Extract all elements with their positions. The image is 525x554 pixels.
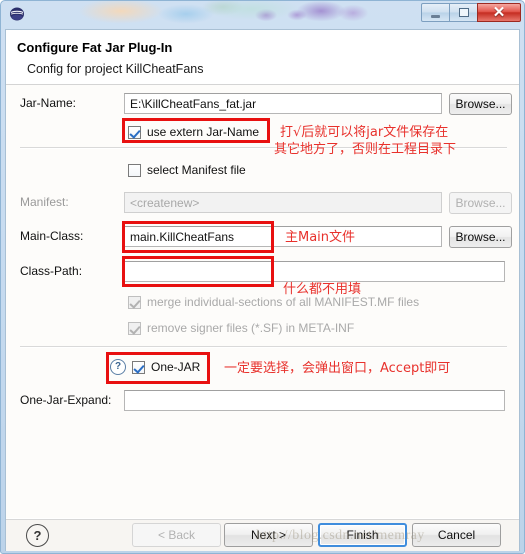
annotation-main-class: 主Main文件 <box>285 230 356 245</box>
annotation-jar-name-line2: 其它地方了，否则在工程目录下 <box>274 142 457 157</box>
use-extern-jar-name-checkbox[interactable] <box>128 125 141 139</box>
manifest-row: Manifest: <createnew> Browse... <box>6 192 519 214</box>
help-button[interactable]: ? <box>26 524 49 547</box>
main-class-label: Main-Class: <box>20 229 84 243</box>
one-jar-label: One-JAR <box>151 360 201 374</box>
select-manifest-file-checkbox-row[interactable]: select Manifest file <box>128 161 246 179</box>
class-path-row: Class-Path: <box>6 261 519 283</box>
one-jar-expand-row: One-Jar-Expand: <box>6 390 519 412</box>
jar-name-browse-button[interactable]: Browse... <box>449 93 512 115</box>
remove-signer-files-checkbox <box>128 321 141 335</box>
merge-sections-checkbox <box>128 295 141 309</box>
dialog-footer: ? < Back Next > Finish Cancel <box>6 519 519 551</box>
jar-name-row: Jar-Name: E:\KillCheatFans_fat.jar Brows… <box>6 93 519 115</box>
next-button[interactable]: Next > <box>224 523 313 547</box>
one-jar-checkbox[interactable] <box>132 360 145 374</box>
page-subtitle: Config for project KillCheatFans <box>27 62 204 76</box>
title-bar[interactable]: ✕ <box>1 1 524 27</box>
one-jar-expand-input[interactable] <box>124 390 505 411</box>
main-class-row: Main-Class: main.KillCheatFans Browse... <box>6 226 519 248</box>
use-extern-jar-name-label: use extern Jar-Name <box>147 125 260 139</box>
maximize-icon <box>458 8 469 17</box>
remove-signer-files-checkbox-row: remove signer files (*.SF) in META-INF <box>128 319 354 337</box>
remove-signer-files-label: remove signer files (*.SF) in META-INF <box>147 321 355 335</box>
dialog-client-area: Configure Fat Jar Plug-In Config for pro… <box>5 29 520 551</box>
finish-button[interactable]: Finish <box>318 523 407 547</box>
maximize-button[interactable] <box>449 3 478 22</box>
one-jar-expand-label: One-Jar-Expand: <box>20 393 112 407</box>
use-extern-jar-name-checkbox-row[interactable]: use extern Jar-Name <box>128 123 259 141</box>
jar-name-input[interactable]: E:\KillCheatFans_fat.jar <box>124 93 442 114</box>
close-button[interactable]: ✕ <box>477 3 521 22</box>
dialog-window: ✕ Configure Fat Jar Plug-In Config for p… <box>0 0 525 554</box>
dialog-body: Jar-Name: E:\KillCheatFans_fat.jar Brows… <box>6 85 519 518</box>
annotation-one-jar: 一定要选择，会弹出窗口，Accept即可 <box>224 361 451 376</box>
close-icon: ✕ <box>492 4 506 21</box>
window-controls: ✕ <box>421 3 521 23</box>
separator-2 <box>20 346 507 348</box>
main-class-input[interactable]: main.KillCheatFans <box>124 226 442 247</box>
minimize-button[interactable] <box>421 3 450 22</box>
one-jar-checkbox-row[interactable]: ? One-JAR <box>110 358 200 376</box>
manifest-browse-button: Browse... <box>449 192 512 214</box>
class-path-input[interactable] <box>124 261 505 282</box>
annotation-jar-name-line1: 打√后就可以将jar文件保存在 <box>280 125 449 140</box>
annotation-class-path: 什么都不用填 <box>283 282 362 297</box>
page-title: Configure Fat Jar Plug-In <box>17 40 173 55</box>
class-path-label: Class-Path: <box>20 264 83 278</box>
manifest-input: <createnew> <box>124 192 442 213</box>
main-class-browse-button[interactable]: Browse... <box>449 226 512 248</box>
manifest-label: Manifest: <box>20 195 69 209</box>
dialog-header: Configure Fat Jar Plug-In Config for pro… <box>6 30 519 85</box>
question-mark-icon[interactable]: ? <box>110 359 126 375</box>
eclipse-icon <box>9 6 25 22</box>
back-button: < Back <box>132 523 221 547</box>
select-manifest-file-checkbox[interactable] <box>128 163 141 177</box>
minimize-icon <box>431 14 440 18</box>
merge-sections-checkbox-row: merge individual-sections of all MANIFES… <box>128 293 419 311</box>
select-manifest-file-label: select Manifest file <box>147 163 246 177</box>
jar-name-label: Jar-Name: <box>20 96 77 110</box>
cancel-button[interactable]: Cancel <box>412 523 501 547</box>
